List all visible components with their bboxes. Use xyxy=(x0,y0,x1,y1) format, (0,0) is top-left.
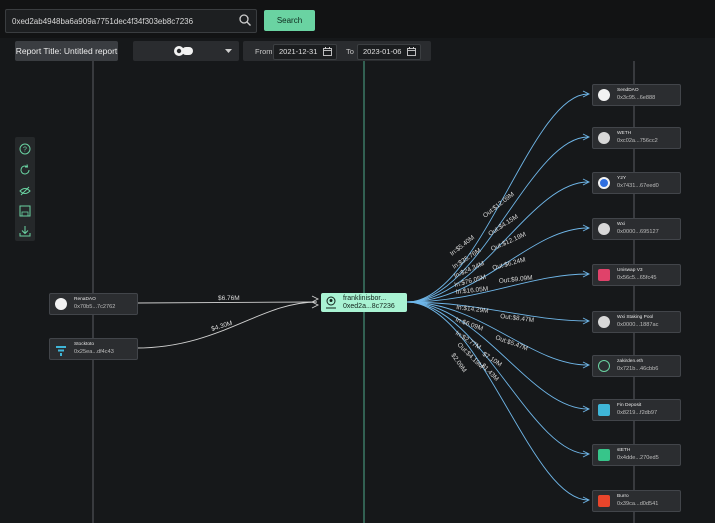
user-pin-icon xyxy=(326,296,336,309)
edge-flow-label: Out:$6.24M xyxy=(492,256,527,272)
edge-arrow xyxy=(311,295,320,303)
source-node[interactable]: RenaDAO 0x70b5...7c2762 xyxy=(49,293,138,315)
edge-out[interactable] xyxy=(406,301,589,410)
node-address: 0x8219...f2db97 xyxy=(617,410,658,416)
node-address: 0x0000...1887ac xyxy=(617,322,659,328)
node-name: RenaDAO xyxy=(74,297,96,302)
target-node[interactable]: Y2Y 0x7431...67eed0 xyxy=(592,172,681,194)
edge-amount-label: $6.76M xyxy=(218,295,240,302)
edge-flow-label: Out:$12.09M xyxy=(482,191,516,220)
edge-out[interactable] xyxy=(406,301,589,501)
node-address: 0x721b...46cbb6 xyxy=(617,366,659,372)
help-icon[interactable]: ? xyxy=(19,143,31,155)
refresh-icon[interactable] xyxy=(19,164,31,176)
target-node[interactable]: Burro 0x39ca...d0d541 xyxy=(592,490,681,512)
target-node[interactable]: WETH 0xc02a...756cc2 xyxy=(592,127,681,149)
center-node[interactable]: franklinisbor... 0xed2a...8c7236 xyxy=(321,293,407,312)
node-address: 0x70b5...7c2762 xyxy=(74,304,116,310)
node-address: 0x7431...67eed0 xyxy=(617,183,659,189)
edge-out[interactable] xyxy=(406,181,589,303)
node-address: 0x4dde...270ed5 xyxy=(617,455,659,461)
node-name: Fin Deposit xyxy=(617,403,642,408)
node-name: SendDAO xyxy=(617,88,639,93)
edge-flow-label: Out:$5.47M xyxy=(494,334,528,352)
tree-icon xyxy=(598,404,610,416)
circle-icon xyxy=(598,177,610,189)
target-node[interactable]: Wxi Staking Pool 0x0000...1887ac xyxy=(592,311,681,333)
edge-in[interactable] xyxy=(135,301,318,304)
hide-icon[interactable] xyxy=(19,185,31,197)
node-name: zakirden.eth xyxy=(617,359,644,364)
node-name: Stocktoto xyxy=(74,342,94,347)
node-address: 0x3c95...6e888 xyxy=(617,95,656,101)
user-icon xyxy=(598,360,610,372)
download-icon[interactable] xyxy=(19,225,31,237)
node-name: WETH xyxy=(617,131,632,136)
link-icon xyxy=(55,298,67,310)
link-icon xyxy=(598,89,610,101)
edge-flow-label: Out:$8.47M xyxy=(500,313,535,324)
node-name: Uniswap V3 xyxy=(617,268,643,273)
target-node[interactable]: stETH 0x4dde...270ed5 xyxy=(592,444,681,466)
target-node[interactable]: Fin Deposit 0x8219...f2db97 xyxy=(592,399,681,421)
node-name: stETH xyxy=(617,448,631,453)
target-node[interactable]: SendDAO 0x3c95...6e888 xyxy=(592,84,681,106)
doc-icon xyxy=(598,316,610,328)
node-name: Wxi xyxy=(617,222,625,227)
target-node[interactable]: zakirden.eth 0x721b...46cbb6 xyxy=(592,355,681,377)
edge-out[interactable] xyxy=(406,273,589,303)
target-node[interactable]: Uniswap V3 0x56c5...65fc45 xyxy=(592,264,681,286)
node-address: 0x39ca...d0d541 xyxy=(617,501,659,507)
target-node[interactable]: Wxi 0x0000...695127 xyxy=(592,218,681,240)
node-name: Y2Y xyxy=(617,176,627,181)
center-node-address: 0xed2a...8c7236 xyxy=(343,303,395,310)
edge-arrow xyxy=(311,301,320,309)
source-node[interactable]: Stocktoto 0x25ea...df4c43 xyxy=(49,338,138,360)
stack-icon xyxy=(598,449,610,461)
node-name: Burro xyxy=(617,494,629,499)
node-address: 0x25ea...df4c43 xyxy=(74,349,114,355)
tree-icon xyxy=(55,343,67,356)
node-name: Wxi Staking Pool xyxy=(617,315,654,320)
save-icon[interactable] xyxy=(19,205,31,217)
node-address: 0x0000...695127 xyxy=(617,229,659,235)
doc-icon xyxy=(598,223,610,235)
side-toolbar: ? xyxy=(15,137,35,241)
node-address: 0xc02a...756cc2 xyxy=(617,138,658,144)
svg-text:?: ? xyxy=(23,147,27,154)
node-address: 0x56c5...65fc45 xyxy=(617,275,657,281)
center-node-name: franklinisbor... xyxy=(343,295,387,302)
edge-flow-label: Out:$9.09M xyxy=(498,274,533,285)
doc-icon xyxy=(598,132,610,144)
triangle-icon xyxy=(598,269,610,281)
burro-icon xyxy=(598,495,610,507)
